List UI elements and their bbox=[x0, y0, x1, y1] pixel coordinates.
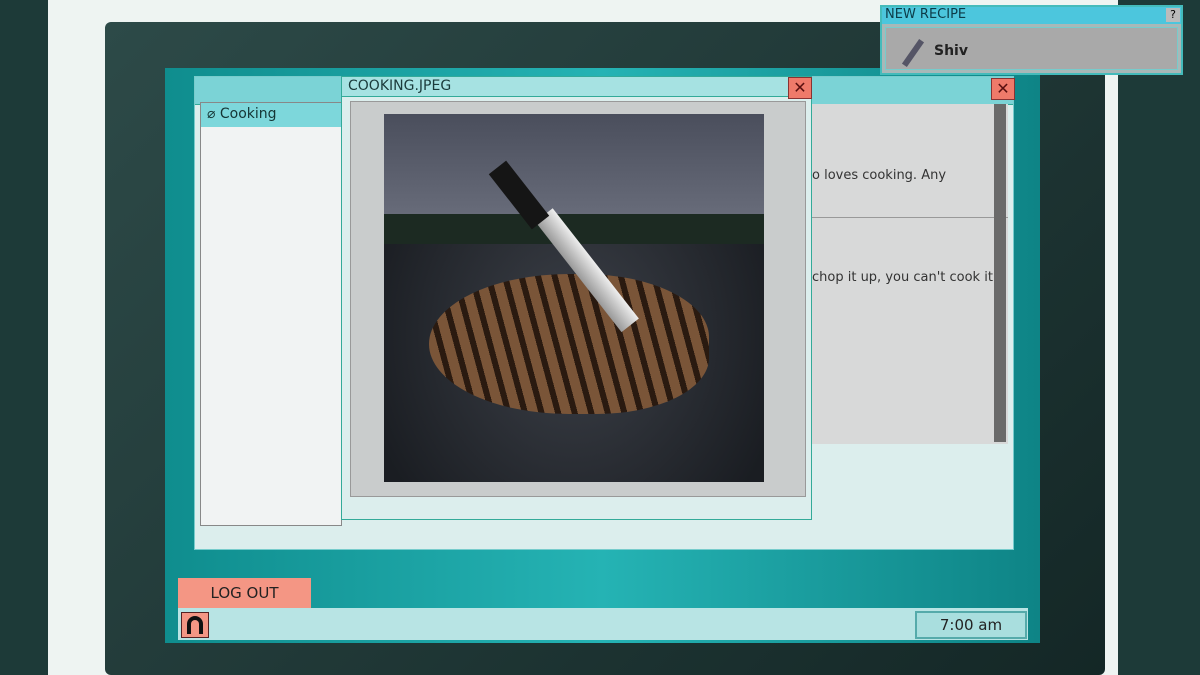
help-button[interactable]: ? bbox=[1166, 8, 1180, 22]
notification-title: NEW RECIPE bbox=[882, 7, 1181, 24]
shiv-icon bbox=[901, 38, 925, 68]
paperclip-icon: ⌀ bbox=[207, 106, 220, 122]
message-line: o loves cooking. Any bbox=[812, 168, 947, 183]
image-window-title: COOKING.JPEG bbox=[348, 78, 452, 94]
start-button[interactable] bbox=[181, 612, 209, 638]
sidebar-item-cooking[interactable]: ⌀ Cooking bbox=[201, 103, 343, 127]
image-window-titlebar[interactable]: COOKING.JPEG bbox=[342, 77, 811, 97]
logout-button[interactable]: LOG OUT bbox=[178, 578, 311, 608]
sidebar-item-label: Cooking bbox=[219, 106, 277, 122]
image-window-close-button[interactable]: ✕ bbox=[788, 77, 812, 99]
message-content: o loves cooking. Any chop it up, you can… bbox=[812, 104, 1008, 444]
arch-icon bbox=[187, 616, 203, 634]
scrollbar[interactable] bbox=[994, 104, 1006, 442]
message-line: chop it up, you can't cook it. bbox=[812, 270, 998, 285]
recipe-item-name: Shiv bbox=[934, 43, 968, 59]
fish-icon bbox=[429, 274, 709, 414]
clock: 7:00 am bbox=[915, 611, 1027, 639]
main-window-close-button[interactable]: ✕ bbox=[991, 78, 1015, 100]
new-recipe-notification: NEW RECIPE ? Shiv bbox=[880, 5, 1183, 75]
taskbar bbox=[178, 608, 1028, 640]
cooking-photo bbox=[384, 114, 764, 482]
file-sidebar: ⌀ Cooking bbox=[200, 102, 343, 526]
